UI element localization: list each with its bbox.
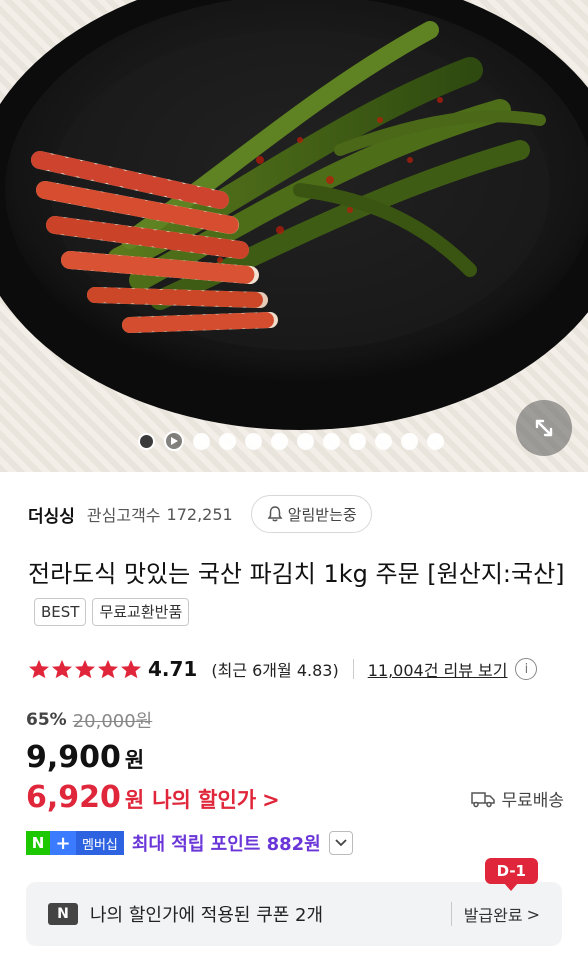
sale-price-row: 9,900 원 <box>26 740 144 775</box>
carousel-dot[interactable] <box>427 432 444 450</box>
coupon-status-label: 발급완료 <box>463 906 523 925</box>
my-price-row[interactable]: 6,920 원 나의 할인가 > 무료배송 <box>26 780 564 815</box>
carousel-dot[interactable] <box>297 432 314 450</box>
store-info: 더싱싱 관심고객수 172,251 알림받는중 <box>28 494 568 534</box>
discount-rate: 65% <box>26 710 67 730</box>
coupon-banner[interactable]: D-1 N 나의 할인가에 적용된 쿠폰 2개 발급완료 > <box>26 858 562 946</box>
star-icon <box>52 659 72 679</box>
info-icon[interactable]: i <box>515 658 538 680</box>
naver-n-badge: N <box>26 831 50 855</box>
shipping-label: 무료배송 <box>501 791 564 811</box>
follower-count: 172,251 <box>166 504 233 524</box>
product-title-text: 전라도식 맛있는 국산 파김치 1kg 주문 [원산지:국산] <box>28 560 565 588</box>
notify-button[interactable]: 알림받는중 <box>250 495 372 533</box>
reviews-link[interactable]: 11,004건 리뷰 보기 <box>368 657 508 681</box>
rating-value: 4.71 <box>148 657 198 681</box>
carousel-dot[interactable] <box>271 432 288 450</box>
divider <box>352 659 354 679</box>
my-price-label[interactable]: 나의 할인가 <box>152 784 256 814</box>
divider <box>450 902 452 926</box>
carousel-dot-active[interactable] <box>138 432 155 450</box>
carousel-dot[interactable] <box>193 432 210 450</box>
rating-stars <box>28 659 142 679</box>
star-icon <box>98 659 118 679</box>
points-expand-button[interactable] <box>328 831 353 855</box>
recent-rating: (최근 6개월 4.83) <box>211 661 339 680</box>
sale-price-unit: 원 <box>124 748 145 772</box>
shipping-info: 무료배송 <box>471 786 564 811</box>
expand-icon <box>535 419 553 437</box>
max-points-text: 최대 적립 포인트 882원 <box>131 834 321 855</box>
follower-label: 관심고객수 <box>86 506 161 525</box>
carousel-indicator <box>138 431 444 451</box>
membership-badge: 멤버십 <box>76 831 124 855</box>
coupon-status-button[interactable]: 발급완료 > <box>464 902 540 926</box>
my-price-unit: 원 <box>124 788 145 812</box>
product-title: 전라도식 맛있는 국산 파김치 1kg 주문 [원산지:국산] BEST 무료교환반… <box>28 554 568 634</box>
original-price: 20,000원 <box>72 711 153 732</box>
star-icon <box>75 659 95 679</box>
my-price: 6,920 <box>26 780 121 815</box>
chevron-right-icon: > <box>526 904 540 924</box>
expand-image-button[interactable] <box>516 400 572 456</box>
carousel-dot[interactable] <box>401 432 418 450</box>
rating-row: 4.71 (최근 6개월 4.83) 11,004건 리뷰 보기 i <box>28 654 568 684</box>
plus-badge: + <box>50 831 76 855</box>
bell-icon <box>267 506 283 522</box>
carousel-dot[interactable] <box>323 432 340 450</box>
carousel-dot[interactable] <box>349 432 366 450</box>
product-image-carousel[interactable] <box>0 0 588 472</box>
carousel-dot[interactable] <box>245 432 262 450</box>
chevron-right-icon[interactable]: > <box>262 788 280 812</box>
star-icon <box>29 659 49 679</box>
truck-icon <box>471 791 496 807</box>
tag-best: BEST <box>34 598 87 626</box>
star-icon <box>121 659 141 679</box>
tag-free-return: 무료교환반품 <box>92 598 190 626</box>
original-price-row: 65% 20,000원 <box>26 707 152 733</box>
video-play-icon[interactable] <box>164 431 184 451</box>
carousel-dot[interactable] <box>375 432 392 450</box>
membership-points-row: N + 멤버십 최대 적립 포인트 882원 <box>26 829 353 857</box>
coupon-text: 나의 할인가에 적용된 쿠폰 2개 <box>90 905 324 926</box>
product-image <box>0 0 588 430</box>
notify-label: 알림받는중 <box>287 505 357 524</box>
store-name[interactable]: 더싱싱 <box>28 502 75 527</box>
chevron-down-icon <box>335 839 347 847</box>
d-day-badge: D-1 <box>484 858 538 891</box>
carousel-dot[interactable] <box>219 432 236 450</box>
coupon-icon: N <box>48 903 78 925</box>
sale-price: 9,900 <box>26 740 121 775</box>
